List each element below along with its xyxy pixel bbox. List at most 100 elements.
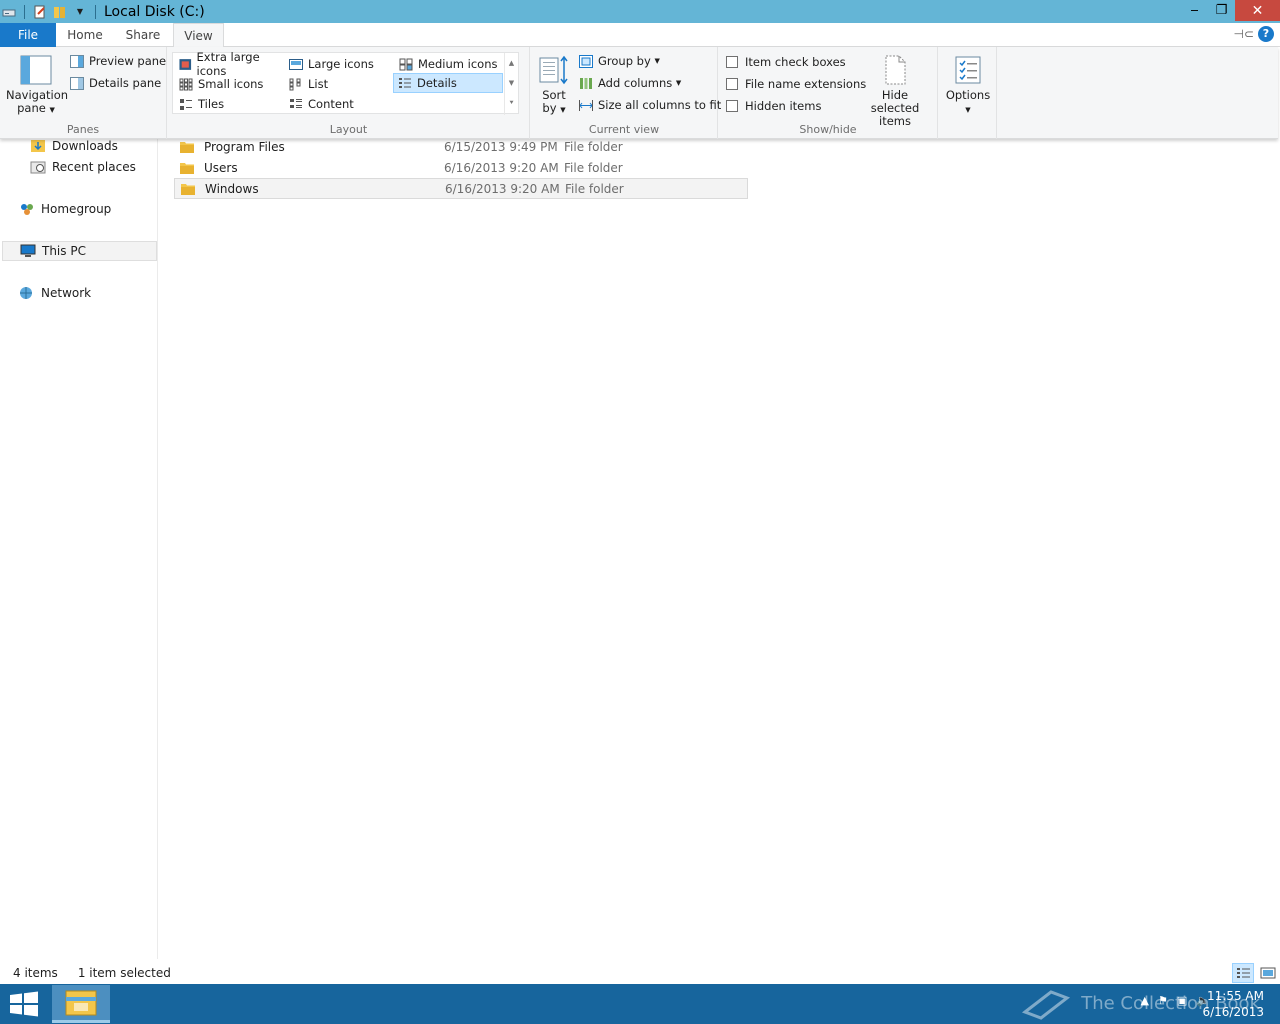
new-folder-icon[interactable] (53, 5, 67, 19)
options-icon (955, 56, 981, 84)
file-name: Program Files (204, 139, 285, 154)
add-columns-label: Add columns (598, 76, 673, 90)
separator (24, 4, 25, 19)
list-icon (289, 78, 301, 90)
large-icons-view-toggle[interactable] (1260, 965, 1276, 981)
window-title: Local Disk (C:) (104, 3, 205, 20)
small-icons-icon (179, 78, 193, 90)
add-columns-button[interactable]: Add columns ▼ (579, 76, 681, 90)
group-by-label: Group by (598, 54, 651, 68)
layout-tiles[interactable]: Tiles (175, 95, 283, 113)
properties-icon[interactable] (33, 5, 47, 19)
file-name-extensions-label: File name extensions (745, 77, 867, 91)
layout-gallery: Extra large icons Large icons Medium ico… (172, 50, 519, 115)
nav-item-this-pc[interactable]: This PC (2, 241, 157, 261)
group-by-button[interactable]: Group by ▼ (579, 54, 660, 68)
separator (95, 4, 96, 19)
action-center-flag-icon[interactable]: ⚑ (1158, 994, 1168, 1007)
nav-item-recent-places[interactable]: Recent places (30, 157, 136, 177)
navigation-pane-button[interactable]: Navigation pane ▼ (6, 54, 68, 117)
item-check-boxes-checkbox[interactable] (726, 56, 738, 68)
options-button[interactable]: Options ▼ (942, 54, 994, 117)
clock[interactable]: 11:55 AM 6/16/2013 (1202, 988, 1264, 1020)
file-date: 6/15/2013 9:49 PM (444, 139, 558, 154)
layout-extra-large-icons[interactable]: Extra large icons (175, 50, 283, 78)
layout-content[interactable]: Content (285, 95, 393, 113)
file-type: File folder (564, 139, 623, 154)
layout-group: Extra large icons Large icons Medium ico… (168, 47, 530, 139)
show-hidden-icons-icon[interactable]: ▲ (1141, 994, 1149, 1007)
tab-home[interactable]: Home (58, 23, 112, 47)
nav-label-homegroup: Homegroup (41, 202, 112, 216)
nav-item-downloads[interactable]: Downloads (30, 136, 118, 156)
sort-by-button[interactable]: Sort by ▼ (537, 54, 571, 117)
hidden-items-label: Hidden items (745, 99, 822, 113)
layout-group-label: Layout (329, 123, 368, 136)
hidden-items-checkbox[interactable] (726, 100, 738, 112)
scroll-up-icon[interactable]: ▲ (505, 53, 518, 73)
details-pane-label: Details pane (89, 76, 162, 90)
tab-share[interactable]: Share (115, 23, 171, 47)
file-type: File folder (565, 181, 624, 196)
details-pane-icon (70, 76, 84, 90)
layout-large-icons[interactable]: Large icons (285, 55, 393, 73)
file-name: Users (204, 160, 238, 175)
close-button[interactable]: ✕ (1235, 0, 1280, 21)
size-all-columns-button[interactable]: Size all columns to fit (579, 98, 721, 112)
table-row[interactable]: Program Files 6/15/2013 9:49 PM File fol… (174, 136, 748, 157)
hide-selected-items-button[interactable]: Hide selected items (857, 54, 933, 128)
homegroup-icon (21, 204, 33, 215)
network-status-icon[interactable]: ▣ (1177, 994, 1187, 1007)
this-pc-icon (20, 244, 36, 257)
start-button[interactable] (8, 990, 40, 1018)
scroll-down-icon[interactable]: ▼ (505, 73, 518, 93)
preview-pane-icon (70, 54, 84, 68)
details-pane-button[interactable]: Details pane (70, 76, 161, 90)
small-icons-label: Small icons (198, 77, 264, 91)
file-name-extensions-checkbox[interactable] (726, 78, 738, 90)
dropdown-caret-icon: ▼ (965, 106, 971, 114)
layout-medium-icons[interactable]: Medium icons (395, 55, 503, 73)
file-name-extensions-toggle[interactable]: File name extensions (726, 77, 866, 91)
help-icon[interactable]: ? (1258, 26, 1274, 42)
details-view-toggle[interactable] (1232, 963, 1254, 983)
layout-details[interactable]: Details (393, 73, 503, 93)
hidden-items-toggle[interactable]: Hidden items (726, 99, 821, 113)
file-date: 6/16/2013 9:20 AM (445, 181, 560, 196)
network-icon (20, 287, 32, 299)
nav-item-homegroup[interactable]: Homegroup (19, 199, 111, 219)
tab-file[interactable]: File (0, 23, 56, 47)
expand-gallery-icon[interactable]: ⯆ (505, 93, 518, 113)
item-check-boxes-toggle[interactable]: Item check boxes (726, 55, 846, 69)
nav-item-network[interactable]: Network (19, 283, 91, 303)
navigation-pane: Downloads Recent places Homegroup This P… (0, 139, 158, 959)
extra-large-icons-icon (179, 58, 192, 70)
content-icon (290, 98, 302, 108)
sort-by-label-2: by (542, 101, 557, 115)
tab-view[interactable]: View (173, 23, 224, 48)
details-icon (399, 77, 411, 88)
layout-small-icons[interactable]: Small icons (175, 75, 283, 93)
recent-places-icon (30, 161, 46, 174)
options-group: Options ▼ (939, 47, 997, 139)
drive-icon[interactable] (2, 5, 16, 19)
table-row[interactable]: Users 6/16/2013 9:20 AM File folder (174, 157, 748, 178)
file-explorer-icon (65, 990, 97, 1016)
minimize-button[interactable]: ‒ (1181, 0, 1208, 21)
table-row-selected[interactable]: Windows 6/16/2013 9:20 AM File folder (174, 178, 748, 199)
taskbar-file-explorer[interactable] (52, 985, 110, 1023)
window-controls: ‒ ❐ ✕ (1181, 0, 1280, 21)
preview-pane-button[interactable]: Preview pane (70, 54, 166, 68)
panes-group: Navigation pane ▼ Preview pane Details p… (0, 47, 167, 139)
folder-icon (181, 183, 195, 195)
customize-quick-access-icon[interactable]: ▼ (73, 5, 87, 19)
current-view-group: Sort by ▼ Group by ▼ Add columns ▼ Size … (531, 47, 721, 139)
system-tray: ▲ ⚑ ▣ 🔈 (1141, 994, 1210, 1007)
pin-ribbon-icon[interactable]: ⊣⊂ (1233, 27, 1254, 41)
title-bar: ▼ Local Disk (C:) ‒ ❐ ✕ (0, 0, 1280, 23)
layout-list[interactable]: List (285, 75, 393, 93)
dropdown-caret-icon: ▼ (654, 57, 660, 65)
maximize-button[interactable]: ❐ (1208, 0, 1235, 21)
options-label: Options (945, 88, 991, 102)
layout-gallery-scroll[interactable]: ▲ ▼ ⯆ (504, 53, 518, 115)
